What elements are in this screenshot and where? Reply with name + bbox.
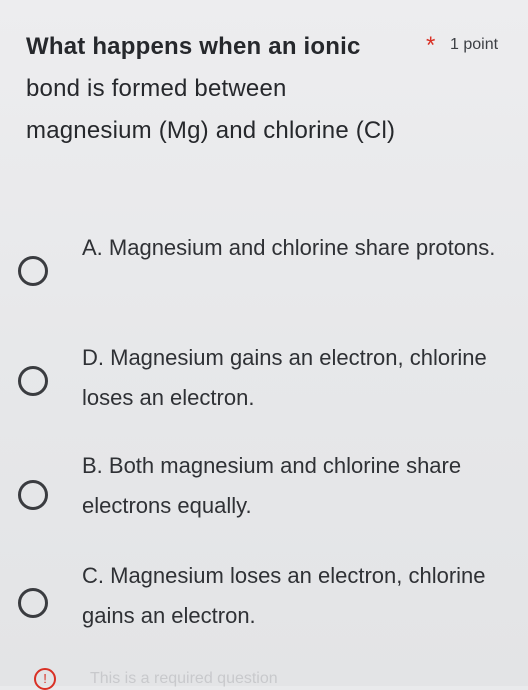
option-label: B. Both magnesium and chlorine share ele…	[82, 453, 462, 518]
required-asterisk: *	[426, 32, 436, 59]
required-notice: ! This is a required question	[28, 668, 278, 690]
required-notice-text: This is a required question	[90, 670, 278, 688]
radio-button[interactable]	[18, 366, 48, 396]
option-a[interactable]: A. Magnesium and chlorine share protons.	[0, 228, 528, 324]
warning-icon: !	[34, 668, 56, 690]
question-title-rest: bond is formed between magnesium (Mg) an…	[26, 75, 396, 144]
radio-button[interactable]	[18, 588, 48, 618]
option-b[interactable]: B. Both magnesium and chlorine share ele…	[0, 446, 528, 542]
question-header: What happens when an ionic bond is forme…	[26, 26, 510, 152]
option-c[interactable]: C. Magnesium loses an electron, chlorine…	[0, 556, 528, 652]
option-label: D. Magnesium gains an electron, chlorine…	[82, 345, 487, 410]
option-label: A. Magnesium and chlorine share protons.	[82, 235, 496, 260]
option-label: C. Magnesium loses an electron, chlorine…	[82, 563, 486, 628]
question-card: What happens when an ionic bond is forme…	[0, 0, 528, 690]
question-title-bold: What happens when an ionic	[26, 33, 361, 60]
option-d[interactable]: D. Magnesium gains an electron, chlorine…	[0, 336, 528, 432]
radio-button[interactable]	[18, 480, 48, 510]
question-title: What happens when an ionic bond is forme…	[26, 26, 406, 152]
radio-button[interactable]	[18, 256, 48, 286]
points-label: 1 point	[450, 36, 499, 53]
